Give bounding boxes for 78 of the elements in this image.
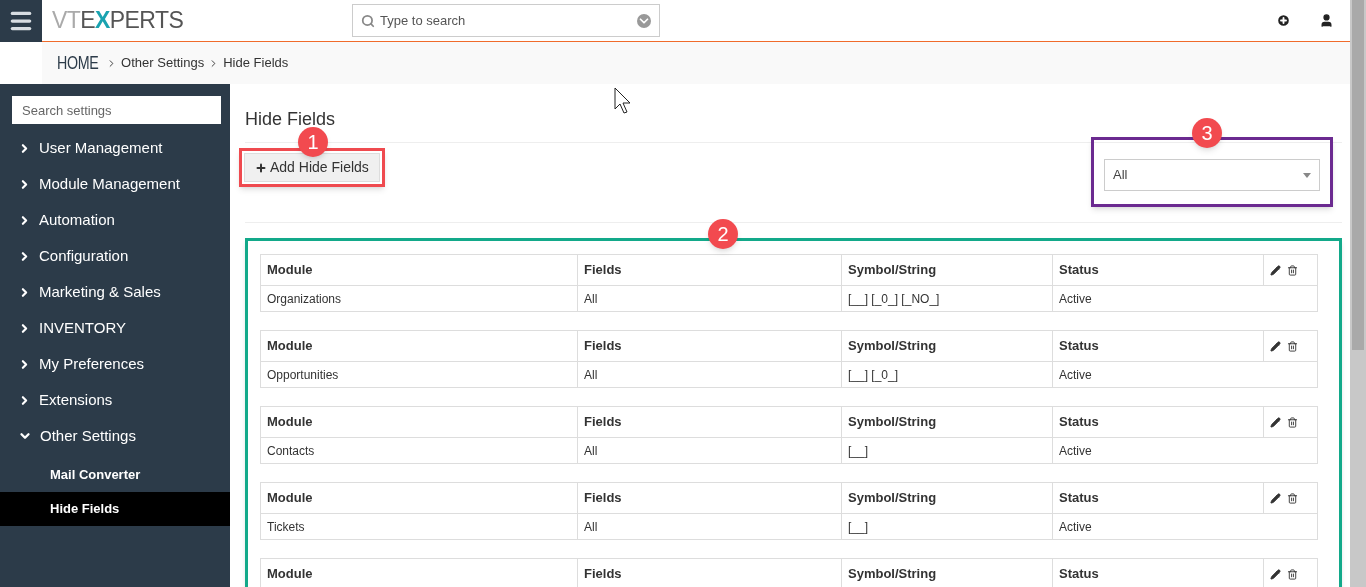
settings-search-field[interactable]: Search settings	[12, 96, 221, 124]
edit-icon[interactable]	[1270, 340, 1281, 352]
plus-icon	[255, 161, 267, 174]
column-header: Module	[261, 407, 578, 437]
column-header: Fields	[578, 331, 842, 361]
sidebar-item[interactable]: My Preferences	[0, 346, 230, 382]
table-cell: All	[578, 514, 842, 539]
column-header: Module	[261, 483, 578, 513]
dropdown-icon[interactable]	[637, 13, 651, 28]
sidebar-item[interactable]: Other Settings	[0, 418, 230, 454]
sidebar-item[interactable]: Module Management	[0, 166, 230, 202]
sidebar-item[interactable]: Marketing & Sales	[0, 274, 230, 310]
menu-button[interactable]	[0, 0, 42, 42]
table-cell-text: Active	[1058, 442, 1093, 460]
column-header: Fields	[578, 407, 842, 437]
table-cell-text: Active	[1058, 518, 1093, 536]
column-header: Status	[1053, 559, 1264, 587]
column-header: Module	[261, 559, 578, 587]
edit-icon[interactable]	[1270, 416, 1281, 428]
sidebar-item[interactable]: Configuration	[0, 238, 230, 274]
sidebar-item[interactable]: User Management	[0, 130, 230, 166]
filter-select[interactable]: All	[1104, 159, 1320, 191]
column-header: Module	[261, 255, 578, 285]
search-field[interactable]: Type to search	[352, 4, 660, 37]
breadcrumb-item[interactable]: HOME	[57, 48, 99, 78]
sidebar-item[interactable]: INVENTORY	[0, 310, 230, 346]
table-cell-text: Active	[1058, 366, 1093, 384]
table-cell: [__]	[842, 514, 1053, 539]
annotation-badge: 2	[708, 219, 738, 249]
delete-icon[interactable]	[1287, 340, 1298, 352]
column-header: Status	[1053, 407, 1264, 437]
table-cell-text: Active	[1058, 290, 1093, 308]
table-cell: Organizations	[261, 286, 578, 311]
user-icon[interactable]	[1319, 13, 1334, 28]
breadcrumb-item[interactable]: Other Settings	[121, 53, 205, 73]
sidebar-item[interactable]: Extensions	[0, 382, 230, 418]
add-icon[interactable]	[1276, 13, 1291, 28]
pointer-icon	[614, 87, 632, 115]
logo: VTEXPERTS	[52, 6, 185, 36]
column-header: Fields	[578, 559, 842, 587]
caret-icon	[1303, 172, 1311, 178]
sidebar-item[interactable]: Automation	[0, 202, 230, 238]
table-cell: All	[578, 286, 842, 311]
edit-icon[interactable]	[1270, 264, 1281, 276]
sidebar-subitem[interactable]: Mail Converter	[0, 458, 230, 492]
edit-icon[interactable]	[1270, 568, 1281, 580]
add-hide-fields-button[interactable]: Add Hide Fields	[244, 153, 380, 182]
column-header: Status	[1053, 483, 1264, 513]
delete-icon[interactable]	[1287, 264, 1298, 276]
delete-icon[interactable]	[1287, 568, 1298, 580]
column-header: Fields	[578, 255, 842, 285]
table-cell: All	[578, 438, 842, 463]
annotation-badge: 3	[1192, 118, 1222, 148]
table-cell: All	[578, 362, 842, 387]
column-header: Symbol/String	[842, 331, 1053, 361]
annotation-badge: 1	[298, 127, 328, 157]
column-header: Symbol/String	[842, 559, 1053, 587]
delete-icon[interactable]	[1287, 416, 1298, 428]
table-cell: Tickets	[261, 514, 578, 539]
column-header: Symbol/String	[842, 407, 1053, 437]
column-header: Symbol/String	[842, 255, 1053, 285]
column-header: Symbol/String	[842, 483, 1053, 513]
column-header: Status	[1053, 255, 1264, 285]
column-header: Fields	[578, 483, 842, 513]
delete-icon[interactable]	[1287, 492, 1298, 504]
search-input[interactable]: Type to search	[380, 10, 632, 31]
table-cell: [__] [_0_]	[842, 362, 1053, 387]
table-cell: [__] [_0_] [_NO_]	[842, 286, 1053, 311]
search-icon	[361, 13, 375, 28]
breadcrumb-item: Hide Fields	[223, 54, 289, 73]
sidebar-subitem[interactable]: Hide Fields	[0, 492, 230, 526]
table-cell: Contacts	[261, 438, 578, 463]
edit-icon[interactable]	[1270, 492, 1281, 504]
column-header: Module	[261, 331, 578, 361]
scrollbar[interactable]	[1350, 0, 1366, 587]
table-cell: Opportunities	[261, 362, 578, 387]
table-cell: [__]	[842, 438, 1053, 463]
column-header: Status	[1053, 331, 1264, 361]
